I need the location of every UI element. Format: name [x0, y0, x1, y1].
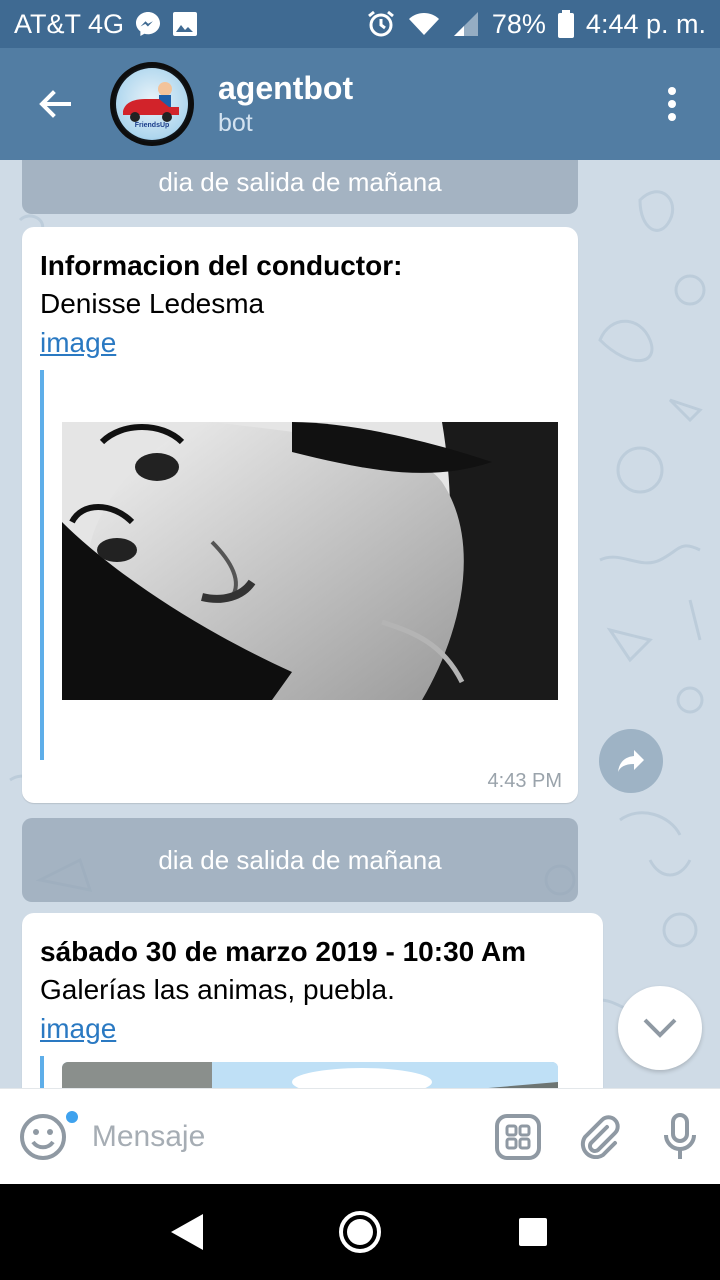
forward-button[interactable]: [599, 729, 663, 793]
back-button[interactable]: [0, 48, 110, 160]
message-input[interactable]: [85, 1088, 478, 1185]
preview-photo[interactable]: [62, 422, 558, 700]
battery-icon: [557, 10, 574, 38]
alarm-icon: [366, 9, 396, 39]
location-photo: [62, 1062, 558, 1088]
bot-button-label: dia de salida de mañana: [158, 844, 442, 875]
link-preview[interactable]: [40, 1056, 44, 1088]
chat-title: agentbot: [218, 70, 354, 106]
message-title: sábado 30 de marzo 2019 - 10:30 Am: [40, 936, 527, 967]
chevron-down-icon: [643, 1018, 677, 1038]
bot-button-salida-1[interactable]: dia de salida de mañana: [22, 160, 578, 214]
wifi-icon: [408, 11, 440, 37]
square-recents-icon: [519, 1218, 548, 1246]
chat-title-block[interactable]: agentbot bot: [218, 69, 353, 139]
nav-home-button[interactable]: [320, 1192, 400, 1272]
bot-button-label: dia de salida de mañana: [158, 166, 442, 197]
chat-header: FriendsUp agentbot bot: [0, 48, 720, 160]
chat-area[interactable]: dia de salida de mañana Informacion del …: [0, 160, 720, 1088]
link-preview[interactable]: [40, 370, 44, 760]
bot-keyboard-icon: [495, 1113, 542, 1160]
signal-icon: [452, 10, 480, 38]
avatar[interactable]: FriendsUp: [110, 62, 194, 146]
message-link[interactable]: image: [40, 323, 560, 363]
chat-subtitle: bot: [218, 109, 253, 137]
nav-back-button[interactable]: [147, 1192, 227, 1272]
message-body: Galerías las animas, puebla.: [40, 974, 395, 1005]
message-time: 4:43 PM: [487, 770, 562, 792]
message-link[interactable]: image: [40, 1009, 590, 1049]
avatar-logo-text: FriendsUp: [135, 122, 170, 129]
triangle-back-icon: [170, 1214, 203, 1250]
message-body: Denisse Ledesma: [40, 288, 265, 319]
more-menu-button[interactable]: [624, 48, 720, 160]
voice-button[interactable]: [639, 1089, 720, 1185]
microphone-icon: [663, 1112, 696, 1159]
clock-label: 4:44 p. m.: [585, 8, 706, 39]
bot-keyboard-button[interactable]: [478, 1089, 559, 1185]
nav-recents-button[interactable]: [493, 1192, 573, 1272]
arrow-left-icon: [39, 90, 71, 118]
attach-button[interactable]: [559, 1089, 640, 1185]
portrait-photo: [62, 422, 558, 700]
notification-dot: [64, 1108, 80, 1125]
emoji-button[interactable]: [0, 1089, 86, 1185]
share-arrow-icon: [618, 750, 644, 772]
scroll-down-button[interactable]: [618, 986, 702, 1070]
status-bar: AT&T 4G 78% 4:44 p. m.: [0, 0, 720, 48]
bot-button-salida-2[interactable]: dia de salida de mañana: [22, 818, 578, 902]
circle-home-icon: [338, 1211, 381, 1253]
message-bubble-1[interactable]: Informacion del conductor: Denisse Ledes…: [22, 227, 578, 803]
carrier-label: AT&T 4G: [14, 8, 125, 39]
battery-label: 78%: [491, 8, 546, 39]
smile-icon: [19, 1113, 66, 1160]
messenger-icon: [134, 10, 162, 38]
message-title: Informacion del conductor:: [40, 250, 403, 281]
message-input-bar: [0, 1088, 720, 1185]
gallery-icon: [172, 11, 198, 37]
system-nav-bar: [0, 1184, 720, 1280]
message-bubble-2[interactable]: sábado 30 de marzo 2019 - 10:30 Am Galer…: [22, 913, 603, 1088]
paperclip-icon: [580, 1114, 620, 1159]
preview-photo[interactable]: [62, 1062, 558, 1088]
avatar-image: FriendsUp: [116, 68, 188, 140]
more-vert-icon: [668, 87, 676, 121]
